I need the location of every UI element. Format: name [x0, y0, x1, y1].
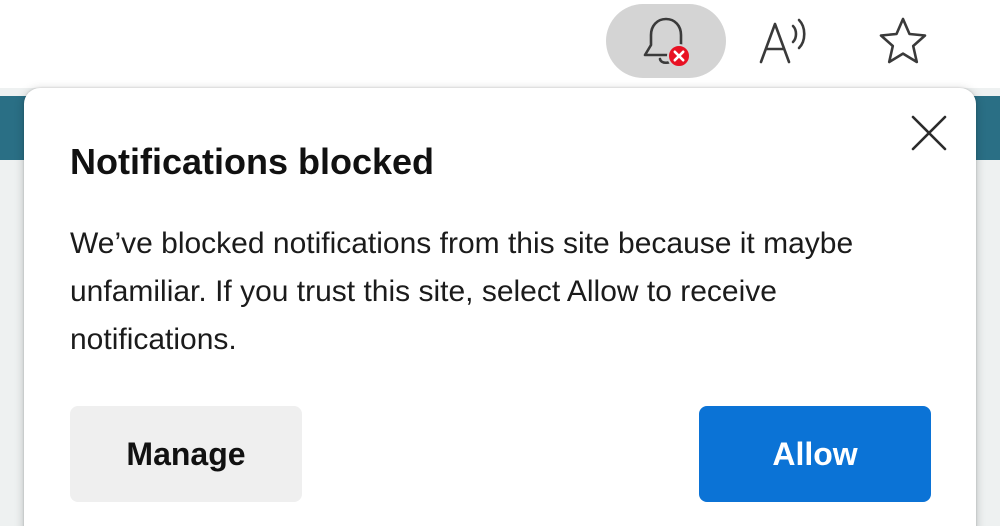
add-to-favorites-button[interactable] — [866, 10, 940, 74]
close-button[interactable] — [904, 108, 954, 158]
manage-button[interactable]: Manage — [70, 406, 302, 502]
allow-button[interactable]: Allow — [699, 406, 931, 502]
read-aloud-button[interactable] — [748, 10, 822, 74]
close-icon — [911, 115, 947, 151]
favorite-star-icon — [879, 17, 927, 64]
notifications-blocked-button[interactable] — [606, 4, 726, 78]
page-heading-fragment: e — [0, 298, 26, 370]
bell-blocked-icon — [643, 17, 691, 68]
dialog-message: We’ve blocked notifications from this si… — [70, 227, 854, 356]
read-aloud-icon — [759, 18, 806, 64]
dialog-title: Notifications blocked — [70, 141, 435, 182]
browser-toolbar — [0, 0, 1000, 88]
notifications-blocked-dialog: Notifications blocked We’ve blocked noti… — [24, 88, 976, 526]
